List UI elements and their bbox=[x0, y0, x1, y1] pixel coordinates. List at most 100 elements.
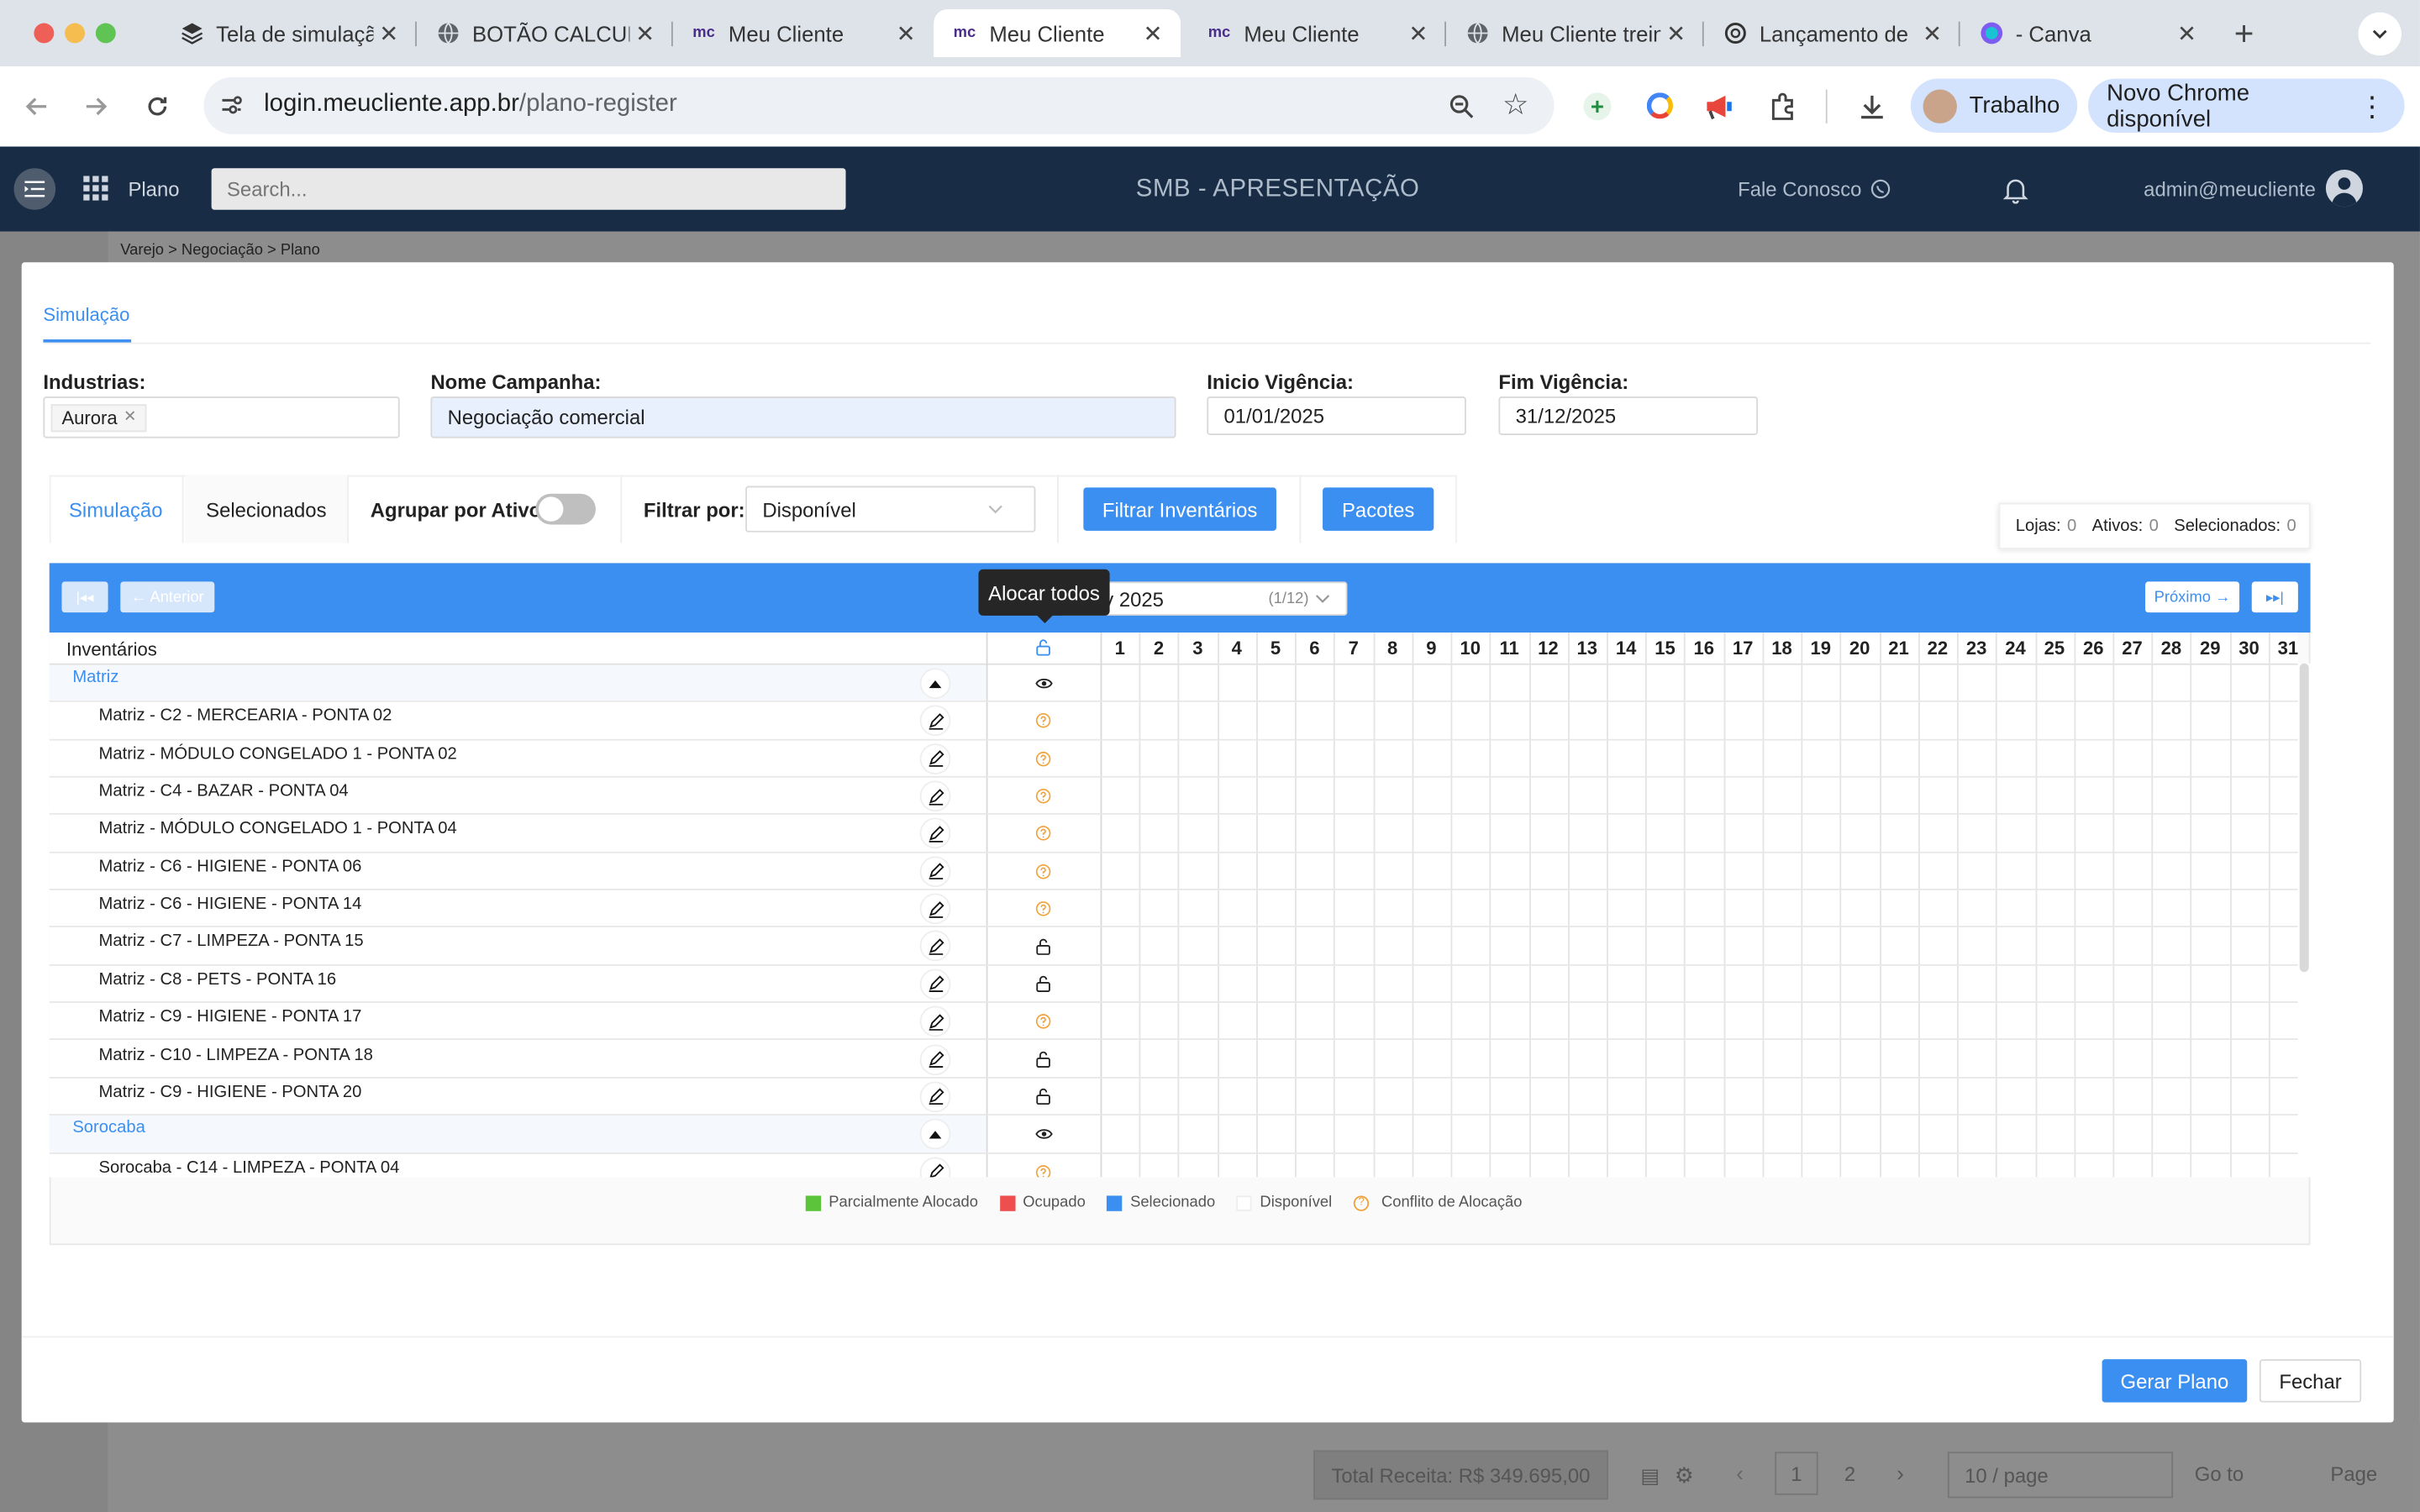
notifications-button[interactable] bbox=[2002, 175, 2029, 204]
chrome-update-button[interactable]: Novo Chrome disponível ⋮ bbox=[2088, 78, 2405, 133]
day-cell[interactable] bbox=[2037, 1153, 2074, 1177]
conflict-icon[interactable] bbox=[1034, 1012, 1053, 1031]
back-button[interactable] bbox=[18, 88, 55, 125]
day-cell[interactable] bbox=[1141, 740, 1178, 778]
day-cell[interactable] bbox=[1335, 778, 1372, 816]
day-cell[interactable] bbox=[1335, 1041, 1372, 1079]
day-cell[interactable] bbox=[1258, 1003, 1295, 1041]
day-cell[interactable] bbox=[1452, 740, 1489, 778]
day-cell[interactable] bbox=[1297, 702, 1334, 740]
day-cell[interactable] bbox=[1180, 965, 1217, 1003]
table-row[interactable]: Matriz - C6 - HIGIENE - PONTA 06 bbox=[49, 853, 2298, 890]
day-cell[interactable] bbox=[2154, 928, 2191, 966]
day-cell[interactable] bbox=[1297, 1153, 1334, 1177]
day-cell[interactable] bbox=[1335, 665, 1372, 703]
unlock-icon[interactable] bbox=[1034, 974, 1053, 993]
day-cell[interactable] bbox=[1297, 778, 1334, 816]
day-cell[interactable] bbox=[1569, 853, 1606, 890]
day-cell[interactable] bbox=[1180, 853, 1217, 890]
day-cell[interactable] bbox=[2037, 1116, 2074, 1153]
day-cell[interactable] bbox=[1180, 1079, 1217, 1116]
browser-tab[interactable]: mc Meu Cliente ✕ bbox=[934, 9, 1181, 57]
day-cell[interactable] bbox=[1102, 665, 1139, 703]
day-cell[interactable] bbox=[1608, 665, 1645, 703]
settings-gear-icon[interactable]: ⚙ bbox=[1675, 1462, 1694, 1488]
day-cell[interactable] bbox=[1686, 1153, 1723, 1177]
day-cell[interactable] bbox=[1569, 1041, 1606, 1079]
conflict-icon[interactable] bbox=[1034, 900, 1053, 918]
day-cell[interactable] bbox=[1180, 890, 1217, 928]
page-size-select[interactable]: 10 / page bbox=[1947, 1452, 2174, 1499]
day-cell[interactable] bbox=[1647, 965, 1684, 1003]
day-cell[interactable] bbox=[1297, 1116, 1334, 1153]
day-cell[interactable] bbox=[1141, 1079, 1178, 1116]
day-cell[interactable] bbox=[1258, 1153, 1295, 1177]
table-row[interactable]: Matriz - C7 - LIMPEZA - PONTA 15 bbox=[49, 928, 2298, 966]
day-cell[interactable] bbox=[1608, 890, 1645, 928]
day-cell[interactable] bbox=[1959, 1041, 1996, 1079]
day-cell[interactable] bbox=[2154, 778, 2191, 816]
day-cell[interactable] bbox=[1608, 1003, 1645, 1041]
day-cell[interactable] bbox=[1180, 740, 1217, 778]
day-cell[interactable] bbox=[1141, 665, 1178, 703]
conflict-icon[interactable] bbox=[1034, 862, 1053, 880]
day-cell[interactable] bbox=[1491, 965, 1528, 1003]
day-cell[interactable] bbox=[2231, 853, 2268, 890]
edit-button[interactable] bbox=[919, 706, 951, 737]
day-cell[interactable] bbox=[2231, 740, 2268, 778]
day-cell[interactable] bbox=[1764, 1116, 1801, 1153]
day-cell[interactable] bbox=[1764, 702, 1801, 740]
browser-tab[interactable]: Tela de simulação ✕ bbox=[160, 9, 417, 57]
day-cell[interactable] bbox=[1530, 778, 1567, 816]
browser-tab[interactable]: - Canva ✕ bbox=[1960, 9, 2215, 57]
day-cell[interactable] bbox=[1141, 1116, 1178, 1153]
day-cell[interactable] bbox=[1297, 853, 1334, 890]
day-cell[interactable] bbox=[1218, 778, 1255, 816]
day-cell[interactable] bbox=[1218, 815, 1255, 853]
day-cell[interactable] bbox=[1959, 853, 1996, 890]
day-cell[interactable] bbox=[1608, 928, 1645, 966]
day-cell[interactable] bbox=[1802, 928, 1839, 966]
day-cell[interactable] bbox=[1959, 1079, 1996, 1116]
day-cell[interactable] bbox=[1530, 965, 1567, 1003]
page-prev-icon[interactable]: ‹ bbox=[1736, 1461, 1744, 1485]
day-cell[interactable] bbox=[1647, 1079, 1684, 1116]
day-cell[interactable] bbox=[1141, 702, 1178, 740]
day-cell[interactable] bbox=[1491, 1079, 1528, 1116]
day-cell[interactable] bbox=[1725, 1003, 1762, 1041]
day-cell[interactable] bbox=[1920, 853, 1957, 890]
day-cell[interactable] bbox=[1335, 890, 1372, 928]
day-cell[interactable] bbox=[1569, 740, 1606, 778]
day-cell[interactable] bbox=[1297, 740, 1334, 778]
collapse-button[interactable] bbox=[919, 668, 951, 700]
day-cell[interactable] bbox=[1141, 1041, 1178, 1079]
day-cell[interactable] bbox=[2075, 815, 2112, 853]
day-cell[interactable] bbox=[1530, 815, 1567, 853]
day-cell[interactable] bbox=[1297, 665, 1334, 703]
day-cell[interactable] bbox=[1141, 928, 1178, 966]
day-cell[interactable] bbox=[1218, 1003, 1255, 1041]
day-cell[interactable] bbox=[1997, 665, 2034, 703]
day-cell[interactable] bbox=[1375, 1079, 1412, 1116]
unlock-icon[interactable] bbox=[1034, 937, 1053, 956]
day-cell[interactable] bbox=[1842, 702, 1879, 740]
conflict-icon[interactable] bbox=[1034, 825, 1053, 843]
day-cell[interactable] bbox=[1608, 1153, 1645, 1177]
day-cell[interactable] bbox=[1802, 1041, 1839, 1079]
day-cell[interactable] bbox=[1959, 1153, 1996, 1177]
day-cell[interactable] bbox=[2270, 890, 2298, 928]
fim-date-input[interactable]: 31/12/2025 bbox=[1498, 396, 1759, 435]
day-cell[interactable] bbox=[1997, 1116, 2034, 1153]
day-cell[interactable] bbox=[1725, 853, 1762, 890]
day-cell[interactable] bbox=[1569, 815, 1606, 853]
day-cell[interactable] bbox=[2270, 928, 2298, 966]
day-cell[interactable] bbox=[2114, 1153, 2151, 1177]
site-info-icon[interactable] bbox=[216, 90, 247, 121]
day-cell[interactable] bbox=[2037, 778, 2074, 816]
day-cell[interactable] bbox=[1608, 965, 1645, 1003]
user-label[interactable]: admin@meucliente bbox=[2144, 177, 2316, 201]
day-cell[interactable] bbox=[2270, 778, 2298, 816]
day-cell[interactable] bbox=[1413, 778, 1450, 816]
tab-close-icon[interactable]: ✕ bbox=[891, 19, 922, 47]
day-cell[interactable] bbox=[2075, 665, 2112, 703]
